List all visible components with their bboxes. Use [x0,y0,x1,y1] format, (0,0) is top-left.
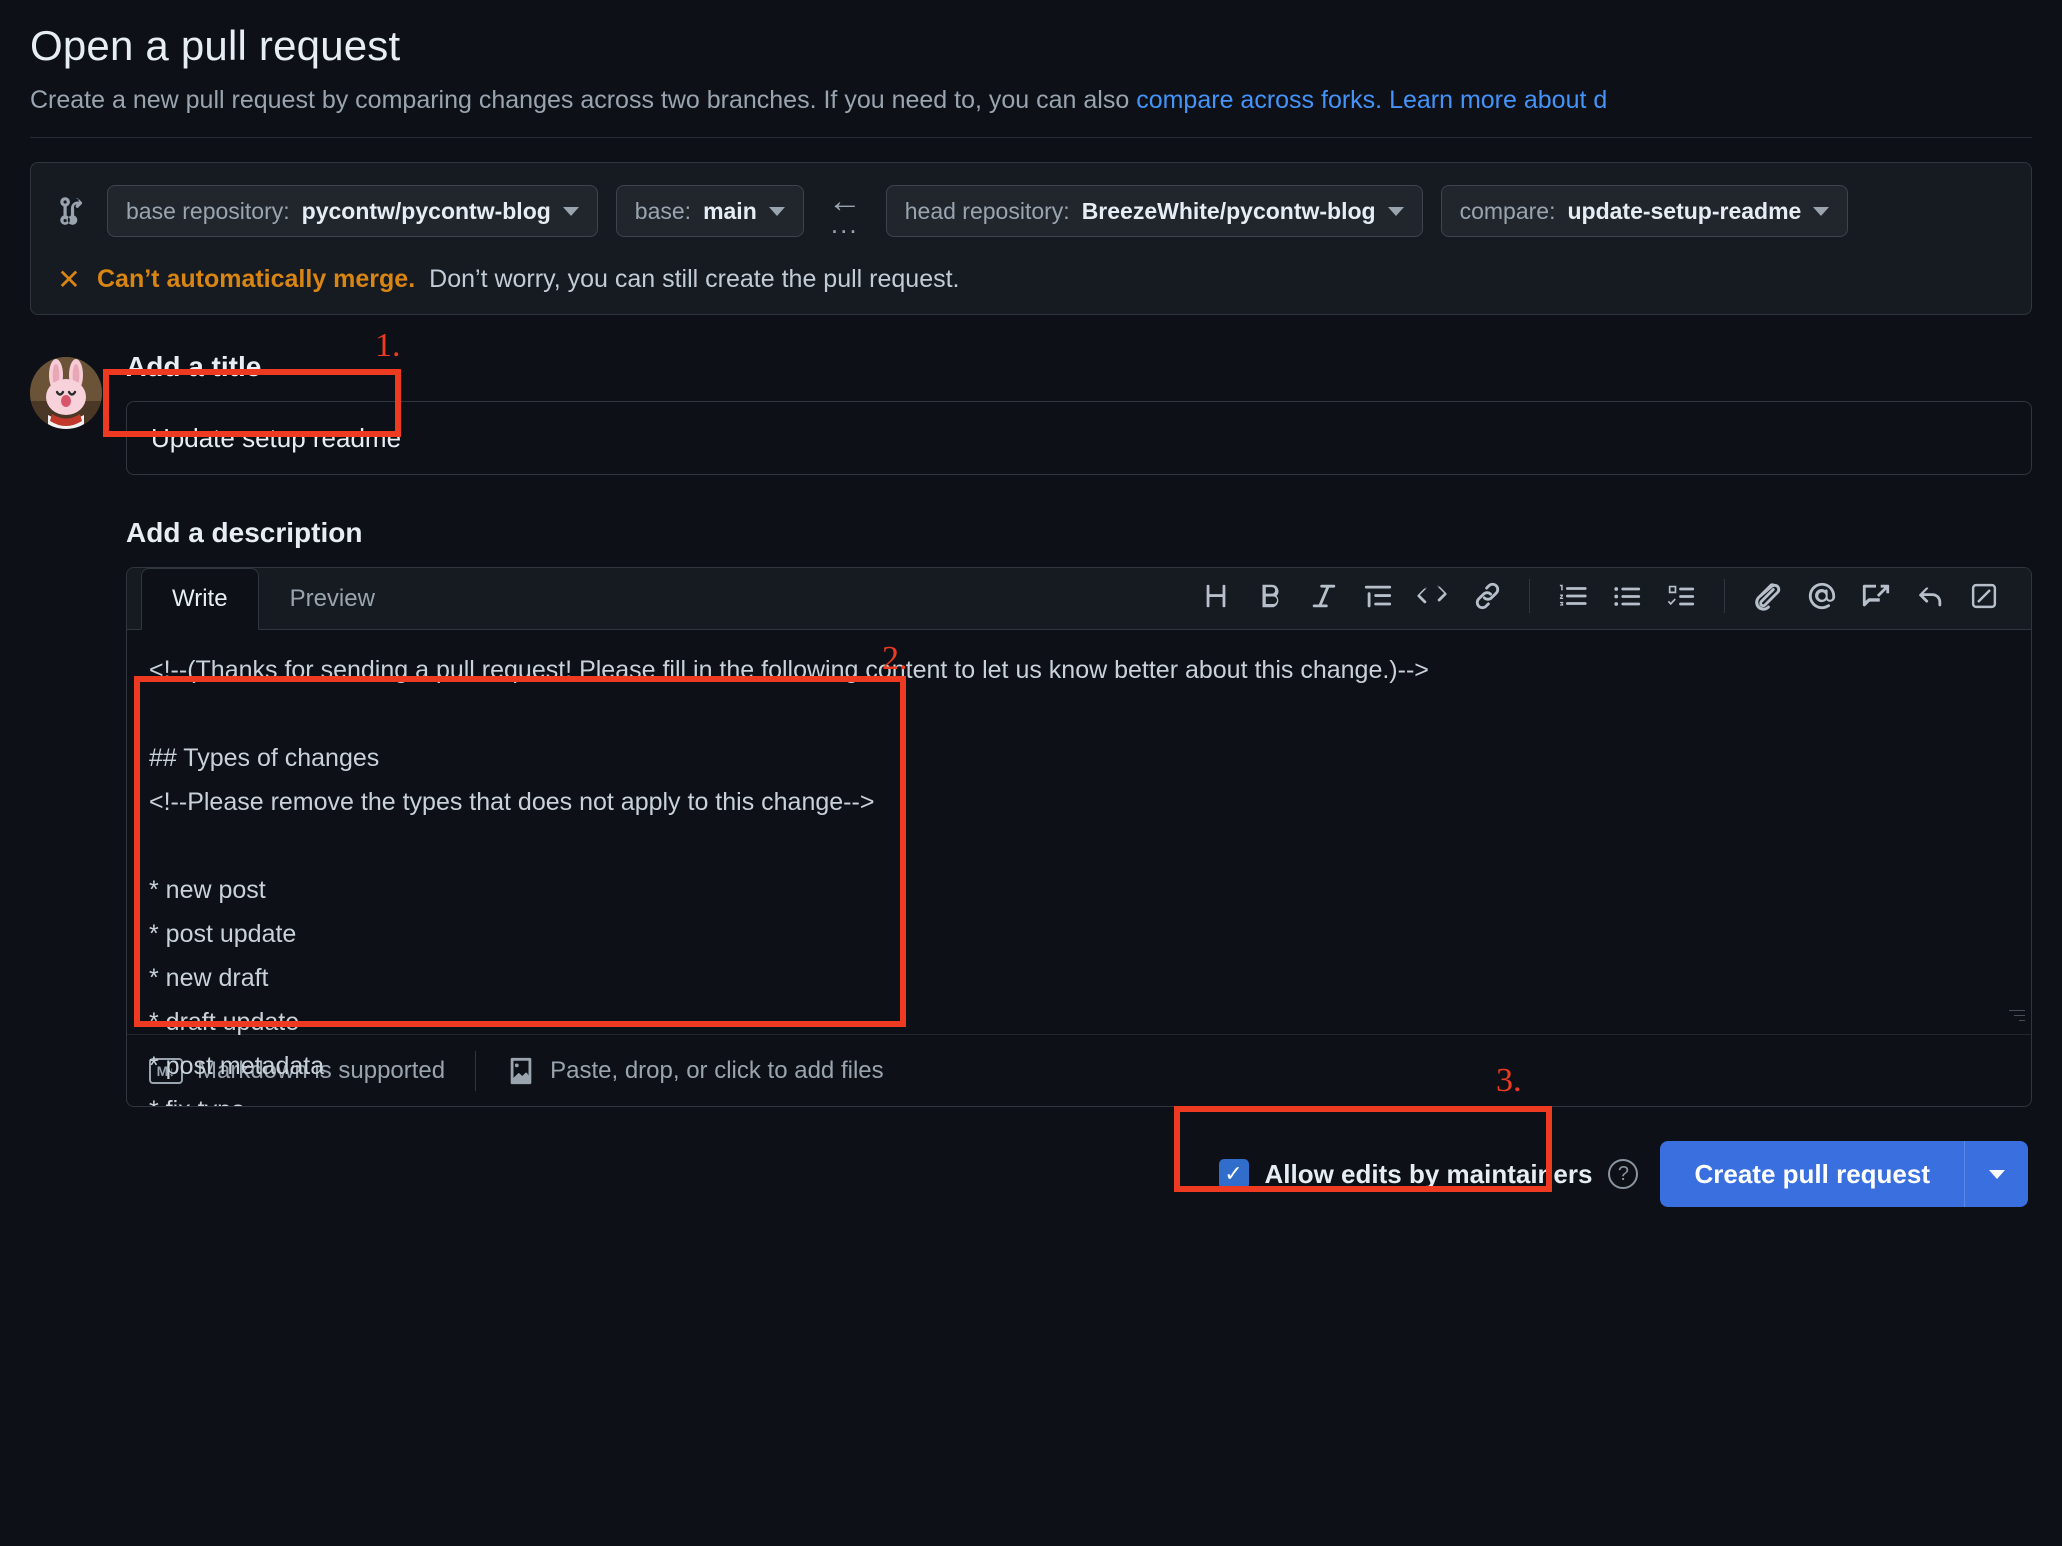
form-actions: ✓ Allow edits by maintainers ? Create pu… [126,1141,2032,1207]
toolbar-divider [1724,579,1725,613]
compare-branch-value: update-setup-readme [1567,197,1802,224]
annotation-number-2: 2. [882,640,908,677]
base-branch-value: main [703,197,757,224]
chevron-down-icon [562,206,579,216]
create-pull-request-dropdown[interactable] [1964,1141,2028,1207]
unordered-list-icon[interactable] [1600,573,1654,619]
create-pull-request-group: Create pull request [1660,1141,2028,1207]
heading-icon[interactable] [1189,573,1243,619]
close-icon: ✕ [57,264,81,295]
bold-icon[interactable] [1243,573,1297,619]
code-icon[interactable] [1405,573,1459,619]
base-branch-selector[interactable]: base: main [615,185,804,237]
page-description-text: Create a new pull request by comparing c… [30,86,1137,114]
chevron-down-icon [1988,1169,2005,1179]
ellipsis-icon: ... [830,209,859,239]
git-compare-icon [55,194,89,228]
editor-toolbar-row: Write Preview [127,568,2031,630]
description-textarea[interactable]: <!--(Thanks for sending a pull request! … [127,630,2031,1106]
chevron-down-icon [1387,206,1404,216]
mention-icon[interactable] [1795,573,1849,619]
page-description: Create a new pull request by comparing c… [30,86,2032,115]
head-repository-prefix: head repository: [904,197,1070,224]
editor-tabs: Write Preview [141,568,406,630]
resize-handle[interactable] [2007,1010,2025,1028]
compare-panel: base repository: pycontw/pycontw-blog ba… [30,162,2032,315]
compare-across-forks-link[interactable]: compare across forks. [1136,86,1382,114]
learn-more-link[interactable]: Learn more about d [1382,86,1607,114]
help-icon[interactable]: ? [1608,1159,1639,1189]
pr-title-input[interactable] [126,401,2032,475]
branch-selector-row: base repository: pycontw/pycontw-blog ba… [55,184,2007,239]
add-title-label: Add a title [126,351,262,382]
open-pull-request-page: Open a pull request Create a new pull re… [0,0,2062,1546]
merge-status-rest: Don’t worry, you can still create the pu… [429,265,960,293]
create-pull-request-button[interactable]: Create pull request [1660,1141,1964,1207]
description-editor: Write Preview <!--(Thanks for sending a … [126,567,2032,1107]
merge-status-strong: Can’t automatically merge. [97,265,416,293]
add-description-label: Add a description [126,517,363,548]
fullscreen-icon[interactable] [1957,573,2011,619]
reply-icon[interactable] [1903,573,1957,619]
italic-icon[interactable] [1297,573,1351,619]
markdown-toolbar [1189,573,2031,629]
annotation-number-1: 1. [375,327,401,364]
chevron-down-icon [1813,206,1830,216]
page-title: Open a pull request [30,22,401,69]
compare-branch-prefix: compare: [1459,197,1556,224]
allow-edits-checkbox[interactable]: ✓ [1218,1159,1249,1189]
attach-file-icon[interactable] [1741,573,1795,619]
ordered-list-icon[interactable] [1546,573,1600,619]
description-text: <!--(Thanks for sending a pull request! … [149,656,1429,1106]
annotation-number-3: 3. [1496,1062,1522,1099]
pull-request-form: Add a title Add a description Write Prev… [30,351,2032,1207]
toolbar-divider [1529,579,1530,613]
allow-edits-group: ✓ Allow edits by maintainers ? [1218,1158,1639,1190]
allow-edits-label: Allow edits by maintainers [1264,1158,1593,1189]
base-branch-prefix: base: [634,197,692,224]
saved-reply-icon[interactable] [1849,573,1903,619]
merge-status-message: ✕ Can’t automatically merge. Don’t worry… [55,263,2007,296]
head-repository-selector[interactable]: head repository: BreezeWhite/pycontw-blo… [885,185,1423,237]
link-icon[interactable] [1459,573,1513,619]
compare-branch-selector[interactable]: compare: update-setup-readme [1440,185,1849,237]
form-column: Add a title Add a description Write Prev… [126,351,2032,1207]
tab-preview[interactable]: Preview [259,568,406,629]
tab-write[interactable]: Write [141,568,259,630]
chevron-down-icon [768,206,785,216]
compare-direction-indicator: ← ... [822,184,868,239]
task-list-icon[interactable] [1654,573,1708,619]
quote-icon[interactable] [1351,573,1405,619]
base-repository-prefix: base repository: [126,197,290,224]
base-repository-selector[interactable]: base repository: pycontw/pycontw-blog [107,185,598,237]
head-repository-value: BreezeWhite/pycontw-blog [1081,197,1376,224]
header-divider [30,137,2032,138]
avatar [30,357,102,429]
base-repository-value: pycontw/pycontw-blog [301,197,551,224]
